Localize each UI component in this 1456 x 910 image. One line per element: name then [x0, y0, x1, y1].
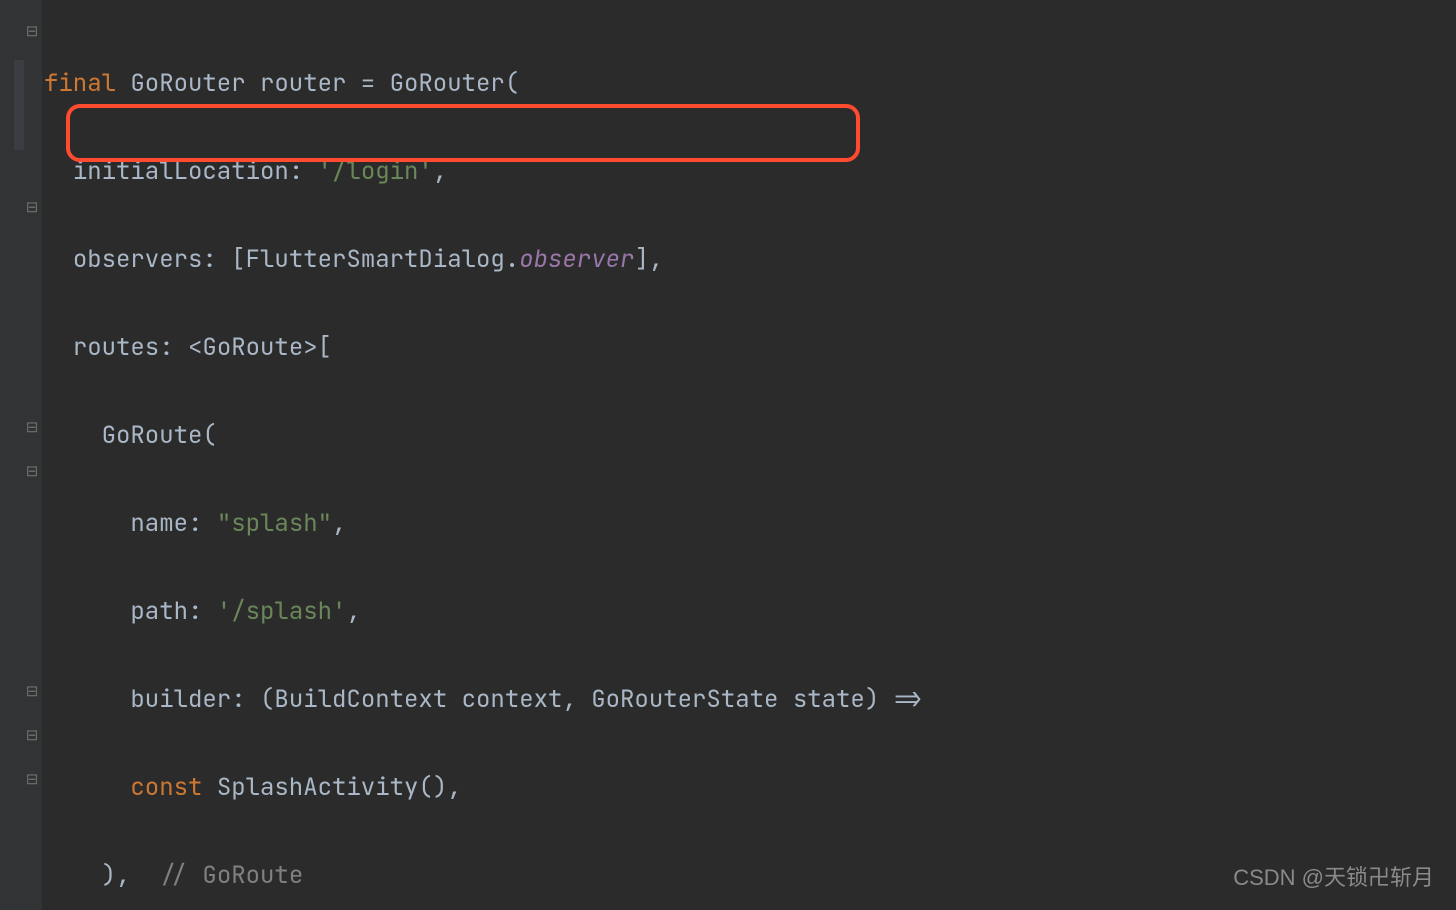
comment: // GoRoute: [159, 860, 303, 891]
fold-icon[interactable]: ⊟: [25, 684, 39, 698]
type: BuildContext: [274, 684, 447, 715]
code-line[interactable]: GoRoute(: [44, 414, 922, 458]
code-line[interactable]: initialLocation: '/login',: [44, 150, 922, 194]
code-editor[interactable]: ⊟ ⊟ ⊟ ⊟ ⊟ ⊟ ⊟ final GoRouter router = Go…: [0, 0, 1456, 910]
fold-icon[interactable]: ⊟: [25, 728, 39, 742]
type: GoRouter: [390, 68, 505, 99]
code-line[interactable]: ), // GoRoute: [44, 854, 922, 898]
param: observers: [73, 244, 203, 275]
code-line[interactable]: builder: (BuildContext context, GoRouter…: [44, 678, 922, 722]
keyword: const: [130, 772, 202, 803]
keyword: final: [44, 68, 116, 99]
param: builder: [130, 684, 231, 715]
code-line[interactable]: final GoRouter router = GoRouter(: [44, 62, 922, 106]
param: initialLocation: [73, 156, 289, 187]
type: GoRoute: [102, 420, 203, 451]
string: '/login': [318, 156, 433, 187]
type: SplashActivity: [217, 772, 419, 803]
param: path: [130, 596, 188, 627]
type: FlutterSmartDialog: [246, 244, 505, 275]
fold-icon[interactable]: ⊟: [25, 464, 39, 478]
code-line[interactable]: observers: [FlutterSmartDialog.observer]…: [44, 238, 922, 282]
gutter: ⊟ ⊟ ⊟ ⊟ ⊟ ⊟ ⊟: [0, 0, 42, 910]
static-member: observer: [519, 244, 634, 275]
code-line[interactable]: const SplashActivity(),: [44, 766, 922, 810]
code-line[interactable]: name: "splash",: [44, 502, 922, 546]
type: GoRoute: [202, 332, 303, 363]
string: '/splash': [217, 596, 347, 627]
fold-icon[interactable]: ⊟: [25, 200, 39, 214]
code-line[interactable]: path: '/splash',: [44, 590, 922, 634]
string: "splash": [217, 508, 332, 539]
selection-stripe: [14, 60, 24, 150]
fold-icon[interactable]: ⊟: [25, 24, 39, 38]
param: name: [130, 508, 188, 539]
fold-icon[interactable]: ⊟: [25, 420, 39, 434]
type: GoRouter: [130, 68, 245, 99]
code-line[interactable]: routes: <GoRoute>[: [44, 326, 922, 370]
watermark: CSDN @天锁卍斩月: [1233, 860, 1434, 892]
type: GoRouterState: [591, 684, 778, 715]
param: routes: [73, 332, 159, 363]
fold-icon[interactable]: ⊟: [25, 772, 39, 786]
code-content[interactable]: final GoRouter router = GoRouter( initia…: [44, 18, 922, 910]
